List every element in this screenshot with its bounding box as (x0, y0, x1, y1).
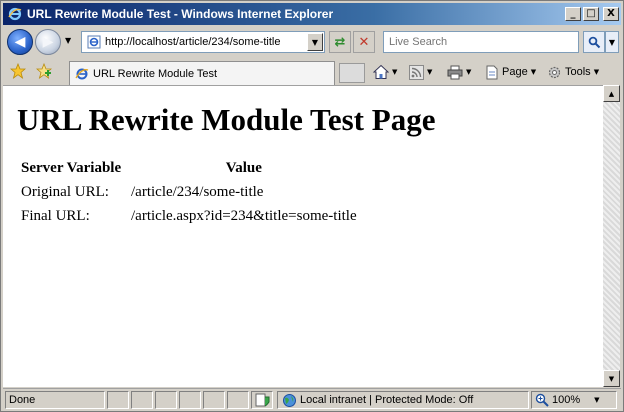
zoom-level: 100% (552, 394, 581, 406)
address-dropdown-button[interactable]: ▼ (307, 33, 323, 51)
browser-window: URL Rewrite Module Test - Windows Intern… (0, 0, 624, 412)
row-label: Original URL: (21, 184, 109, 200)
home-icon (373, 64, 389, 79)
security-icon (255, 393, 270, 407)
row-value: /article.aspx?id=234&title=some-title (131, 208, 357, 224)
security-zone-label: Local intranet | Protected Mode: Off (300, 394, 474, 406)
server-variables-table: Server Variable Value Original URL: /art… (19, 158, 359, 229)
chevron-down-icon: ▼ (594, 396, 600, 404)
address-input[interactable]: http://localhost/article/234/some-title (105, 36, 307, 48)
row-label: Final URL: (21, 208, 90, 224)
arrow-left-icon: ◀ (14, 34, 26, 50)
chevron-down-icon: ▼ (530, 68, 537, 76)
page-heading: URL Rewrite Module Test Page (17, 102, 436, 137)
chevron-down-icon: ▼ (427, 68, 433, 76)
print-button[interactable]: ▼ (447, 63, 471, 81)
tab-url-rewrite[interactable]: URL Rewrite Module Test (69, 61, 335, 85)
row-value: /article/234/some-title (131, 184, 264, 200)
gear-icon (548, 66, 561, 78)
table-header-row: Server Variable Value (19, 158, 359, 181)
zoom-control[interactable]: 100% ▼ (531, 391, 617, 409)
search-button[interactable] (583, 31, 605, 53)
scroll-down-button[interactable]: ▼ (603, 370, 620, 387)
magnifier-icon (588, 36, 600, 48)
protected-mode-cell[interactable] (251, 391, 273, 409)
refresh-icon: ⇄ (334, 34, 346, 50)
page-menu-button[interactable]: Page ▼ (485, 63, 536, 81)
chevron-down-icon: ▼ (593, 68, 600, 76)
forward-button[interactable]: ▶ (35, 29, 61, 55)
refresh-button[interactable]: ⇄ (329, 31, 351, 53)
home-button[interactable]: ▼ (373, 63, 397, 81)
minimize-button[interactable]: _ (565, 7, 581, 21)
status-bar: Done Local intranet | Protected Mode: Of… (3, 388, 621, 410)
page-menu-label: Page (502, 66, 528, 78)
tools-menu-label: Tools (565, 66, 591, 78)
vertical-scrollbar[interactable]: ▲ ▼ (603, 85, 620, 387)
status-cell (107, 391, 129, 409)
status-cell (179, 391, 201, 409)
window-title: URL Rewrite Module Test - Windows Intern… (27, 7, 334, 21)
printer-icon (447, 65, 463, 79)
navigation-bar: ◀ ▶ ▼ http://localhost/article/234/some-… (3, 26, 621, 58)
history-dropdown-icon[interactable]: ▼ (65, 36, 75, 46)
table-row: Original URL: /article/234/some-title (19, 181, 359, 205)
search-box[interactable] (383, 31, 579, 53)
column-header-value: Value (225, 160, 262, 176)
page-icon (486, 65, 498, 79)
tools-menu-button[interactable]: Tools ▼ (547, 63, 599, 81)
status-text: Done (5, 391, 105, 409)
title-bar: URL Rewrite Module Test - Windows Intern… (3, 3, 621, 25)
tab-label: URL Rewrite Module Test (93, 67, 218, 80)
table-row: Final URL: /article.aspx?id=234&title=so… (19, 205, 359, 229)
scroll-up-button[interactable]: ▲ (603, 85, 620, 102)
page-icon (86, 34, 102, 50)
address-bar[interactable]: http://localhost/article/234/some-title … (81, 31, 325, 53)
chevron-down-icon: ▼ (466, 68, 472, 76)
page-content: URL Rewrite Module Test Page Server Vari… (3, 85, 603, 387)
back-button[interactable]: ◀ (7, 29, 33, 55)
zoom-icon (535, 393, 549, 407)
maximize-button[interactable]: □ (583, 7, 599, 21)
status-cell (155, 391, 177, 409)
search-options-button[interactable]: ▼ (605, 31, 619, 53)
close-button[interactable]: X (603, 7, 619, 21)
chevron-down-icon: ▼ (392, 68, 398, 76)
column-header-server-variable: Server Variable (21, 160, 122, 176)
status-cell (227, 391, 249, 409)
security-zone[interactable]: Local intranet | Protected Mode: Off (277, 391, 529, 409)
feeds-button[interactable]: ▼ (409, 63, 432, 81)
search-input[interactable] (387, 35, 578, 49)
ie-logo-icon (7, 6, 23, 22)
globe-icon (281, 392, 297, 408)
tab-command-bar: URL Rewrite Module Test ▼ ▼ ▼ Page ▼ Too… (3, 58, 621, 85)
ie-page-icon (74, 66, 90, 82)
status-cell (203, 391, 225, 409)
stop-button[interactable]: ✕ (353, 31, 375, 53)
feed-icon (409, 64, 424, 80)
status-cell (131, 391, 153, 409)
arrow-right-icon: ▶ (42, 34, 54, 50)
add-favorite-icon[interactable] (35, 62, 53, 80)
favorites-star-icon[interactable] (9, 62, 27, 80)
new-tab-button[interactable] (339, 63, 365, 83)
stop-icon: ✕ (358, 34, 370, 50)
